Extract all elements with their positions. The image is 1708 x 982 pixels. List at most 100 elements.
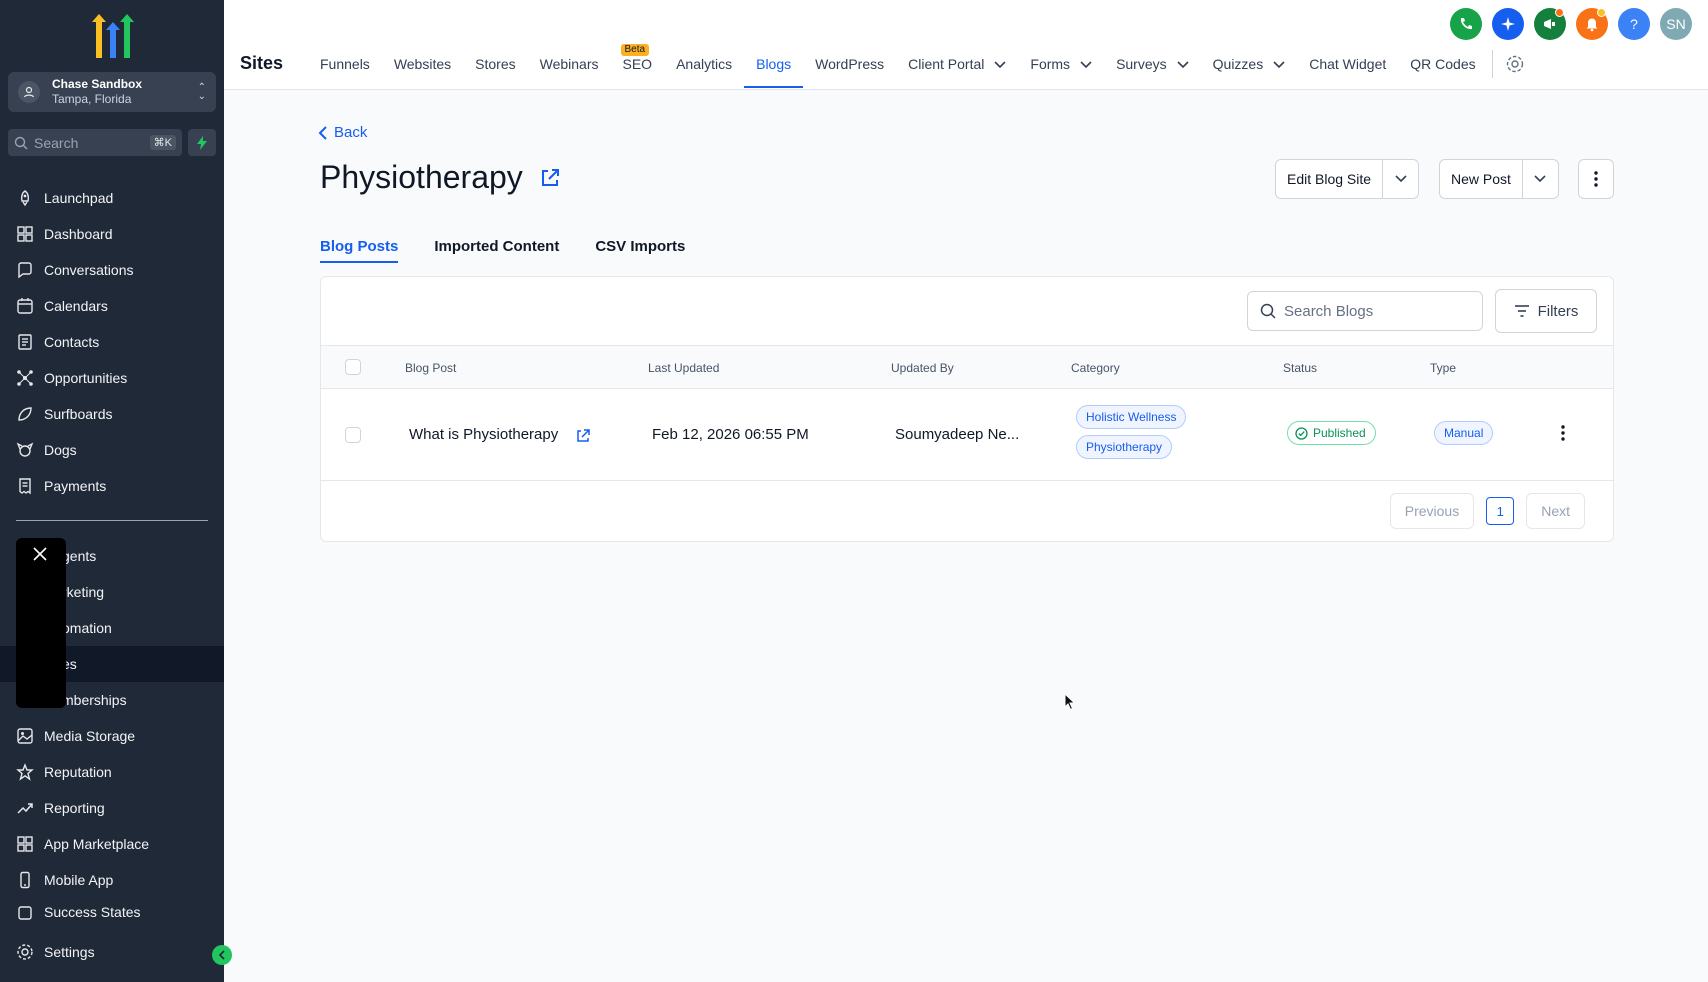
column-header[interactable]: Category xyxy=(1071,361,1120,375)
tab-surveys[interactable]: Surveys xyxy=(1104,48,1201,90)
sidebar-item-label: Conversations xyxy=(44,262,134,278)
help-button[interactable]: ? xyxy=(1618,8,1650,40)
apps-icon xyxy=(17,836,33,852)
tab-label: Surveys xyxy=(1116,56,1167,72)
tab-qr-codes[interactable]: QR Codes xyxy=(1398,48,1487,90)
app-logo[interactable] xyxy=(86,12,140,58)
column-header[interactable]: Type xyxy=(1430,361,1456,375)
table-header: Blog Post Last Updated Updated By Catego… xyxy=(321,345,1613,389)
subtab-imported-content[interactable]: Imported Content xyxy=(434,238,559,263)
collapse-sidebar-button[interactable] xyxy=(212,945,232,965)
sites-settings-button[interactable] xyxy=(1505,48,1525,90)
tab-analytics[interactable]: Analytics xyxy=(664,48,744,90)
external-link-icon[interactable] xyxy=(575,428,591,444)
row-actions-icon[interactable] xyxy=(1561,425,1565,441)
tab-label: Chat Widget xyxy=(1309,56,1387,72)
sidebar-item-dashboard[interactable]: Dashboard xyxy=(16,220,113,248)
tab-seo[interactable]: Beta SEO xyxy=(611,44,665,90)
previous-page-button[interactable]: Previous xyxy=(1389,493,1475,529)
tab-wordpress[interactable]: WordPress xyxy=(803,48,896,90)
gear-icon xyxy=(1506,55,1523,73)
tab-label: Client Portal xyxy=(908,56,985,72)
filters-button[interactable]: Filters xyxy=(1495,289,1597,333)
sidebar-item-calendars[interactable]: Calendars xyxy=(16,292,108,320)
new-post-button[interactable]: New Post xyxy=(1440,160,1522,198)
chevron-left-icon xyxy=(218,950,225,960)
user-avatar[interactable]: SN xyxy=(1660,8,1692,40)
tab-funnels[interactable]: Funnels xyxy=(308,48,382,90)
sidebar-item-launchpad[interactable]: Launchpad xyxy=(16,184,113,212)
column-header[interactable]: Updated By xyxy=(891,361,954,375)
sidebar-item-opportunities[interactable]: Opportunities xyxy=(16,364,127,392)
tab-quizzes[interactable]: Quizzes xyxy=(1201,48,1298,90)
search-blogs-input[interactable]: Search Blogs xyxy=(1247,291,1483,331)
sidebar-item-partial[interactable]: mberships xyxy=(62,686,127,714)
edit-blog-site-dropdown[interactable] xyxy=(1382,160,1418,198)
table-row[interactable]: What is Physiotherapy Feb 12, 2026 06:55… xyxy=(321,389,1613,481)
subtab-blog-posts[interactable]: Blog Posts xyxy=(320,238,399,263)
close-icon[interactable] xyxy=(32,546,48,562)
edit-blog-site-button[interactable]: Edit Blog Site xyxy=(1276,160,1382,198)
sidebar-item-surfboards[interactable]: Surfboards xyxy=(16,400,112,428)
column-header[interactable]: Blog Post xyxy=(405,361,456,375)
tab-chat-widget[interactable]: Chat Widget xyxy=(1297,48,1398,90)
new-post-dropdown[interactable] xyxy=(1521,160,1558,198)
sidebar-item-partial[interactable]: gents xyxy=(62,542,96,570)
sidebar-item-mobile-app[interactable]: Mobile App xyxy=(16,866,113,894)
phone-icon xyxy=(20,871,30,889)
sidebar-item-media-storage[interactable]: Media Storage xyxy=(16,722,135,750)
status-label: Published xyxy=(1313,426,1366,440)
tab-websites[interactable]: Websites xyxy=(382,48,463,90)
quick-actions-button[interactable] xyxy=(188,129,216,156)
notifications-button[interactable] xyxy=(1576,8,1608,40)
blog-post-title[interactable]: What is Physiotherapy xyxy=(409,426,558,443)
sidebar-item-dogs[interactable]: Dogs xyxy=(16,436,77,464)
sidebar-item-app-marketplace[interactable]: App Marketplace xyxy=(16,830,149,858)
row-checkbox[interactable] xyxy=(345,427,361,443)
chat-icon xyxy=(18,262,32,279)
announcements-button[interactable] xyxy=(1534,8,1566,40)
sidebar-item-partial[interactable]: rketing xyxy=(62,578,104,606)
receipt-icon xyxy=(19,478,31,495)
select-all-checkbox[interactable] xyxy=(345,359,361,375)
sidebar-item-reputation[interactable]: Reputation xyxy=(16,758,112,786)
lightning-icon xyxy=(197,135,207,150)
more-options-button[interactable] xyxy=(1578,159,1614,199)
back-link[interactable]: Back xyxy=(318,124,367,141)
sidebar-item-success-states[interactable]: Success States xyxy=(16,904,141,920)
sidebar-search-placeholder: Search xyxy=(34,134,79,151)
image-icon xyxy=(17,728,33,744)
next-page-button[interactable]: Next xyxy=(1526,493,1585,529)
sidebar-item-reporting[interactable]: Reporting xyxy=(16,794,105,822)
sidebar-item-payments[interactable]: Payments xyxy=(16,472,106,500)
external-link-icon[interactable] xyxy=(539,167,561,189)
page-title: Physiotherapy xyxy=(320,159,561,196)
sidebar-item-conversations[interactable]: Conversations xyxy=(16,256,134,284)
sidebar-search[interactable]: Search ⌘K xyxy=(8,129,182,156)
phone-button[interactable] xyxy=(1450,8,1482,40)
account-name: Chase Sandbox xyxy=(52,77,143,91)
sidebar-item-label: Dashboard xyxy=(44,226,113,242)
sidebar-item-label: Dogs xyxy=(44,442,77,458)
subtab-csv-imports[interactable]: CSV Imports xyxy=(595,238,685,263)
sidebar-item-label: Reporting xyxy=(44,800,105,816)
chevron-down-icon xyxy=(1273,61,1285,69)
tab-stores[interactable]: Stores xyxy=(463,48,527,90)
tab-forms[interactable]: Forms xyxy=(1018,48,1104,90)
account-switcher[interactable]: Chase Sandbox Tampa, Florida ⌃ ⌄ xyxy=(8,72,216,112)
sidebar-item-settings[interactable]: Settings xyxy=(16,938,95,966)
sidebar-item-contacts[interactable]: Contacts xyxy=(16,328,99,356)
new-post-group: New Post xyxy=(1439,159,1559,199)
search-placeholder: Search Blogs xyxy=(1284,302,1374,320)
kebab-menu-icon xyxy=(1594,171,1598,187)
column-header[interactable]: Status xyxy=(1283,361,1317,375)
ai-assistant-button[interactable] xyxy=(1492,8,1524,40)
page-number[interactable]: 1 xyxy=(1486,497,1515,525)
tab-webinars[interactable]: Webinars xyxy=(528,48,611,90)
tab-blogs[interactable]: Blogs xyxy=(744,48,804,88)
tab-client-portal[interactable]: Client Portal xyxy=(896,48,1018,90)
sidebar-item-label: Media Storage xyxy=(44,728,136,744)
sidebar-item-partial[interactable]: omation xyxy=(62,614,112,642)
column-header[interactable]: Last Updated xyxy=(648,361,719,375)
sidebar-item-label: Settings xyxy=(44,944,95,960)
